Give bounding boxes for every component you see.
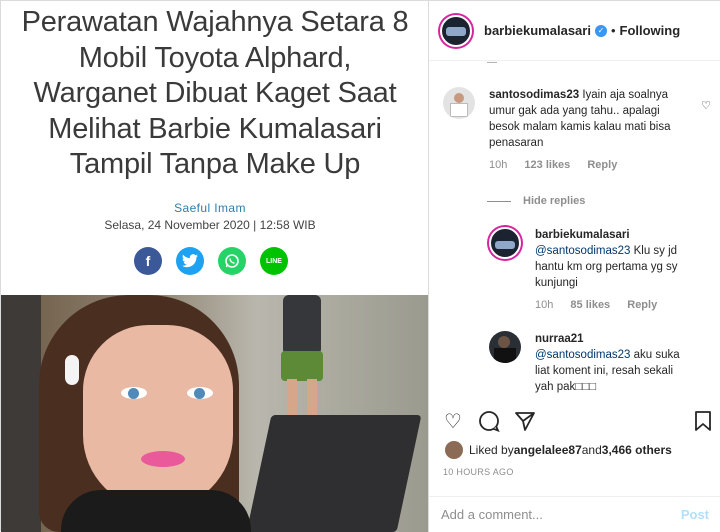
liked-by-middle: and	[581, 443, 602, 457]
post-actions-bar: ♡	[429, 406, 720, 438]
comment-time[interactable]: 10h	[535, 299, 553, 311]
comment-username[interactable]: nurraa21	[535, 333, 584, 345]
headline-line: Perawatan Wajahnya Setara 8	[21, 6, 409, 38]
add-comment-input[interactable]: Add a comment...	[441, 507, 543, 522]
article-photo	[1, 295, 428, 532]
mention-link[interactable]: @santosodimas23	[535, 245, 630, 257]
liked-by-user[interactable]: angelalee87	[514, 443, 582, 457]
liked-by-line: Liked by angelalee87 and 3,466 others	[445, 441, 672, 459]
headline-line: Melihat Barbie Kumalasari	[48, 112, 382, 145]
comments-list[interactable]: — santosodimas23 Iyain aja soalnya umur …	[429, 61, 720, 406]
whatsapp-share-icon[interactable]	[218, 247, 246, 275]
comment-likes[interactable]: 85 likes	[570, 299, 610, 311]
share-buttons: f LINE	[134, 247, 288, 275]
line-share-icon[interactable]: LINE	[260, 247, 288, 275]
twitter-share-icon[interactable]	[176, 247, 204, 275]
post-username[interactable]: barbiekumalasari	[484, 23, 591, 38]
verified-badge-icon: ✓	[594, 24, 607, 37]
following-button[interactable]: Following	[620, 23, 681, 38]
hide-replies-label: Hide replies	[523, 195, 586, 207]
avatar[interactable]	[489, 227, 521, 259]
screenshot: Perawatan Wajahnya Setara 8 Mobil Toyota…	[0, 0, 720, 532]
hide-replies-button[interactable]: Hide replies	[487, 195, 585, 207]
reply-comment: barbiekumalasari @santosodimas23 Klu sy …	[489, 227, 720, 325]
news-article: Perawatan Wajahnya Setara 8 Mobil Toyota…	[1, 1, 428, 532]
avatar[interactable]	[445, 441, 463, 459]
article-author[interactable]: Saeful Imam	[1, 201, 419, 215]
share-paper-plane-icon[interactable]	[513, 410, 537, 434]
post-header: barbiekumalasari ✓ • Following	[429, 1, 720, 61]
like-comment-heart-icon[interactable]: ♡	[699, 99, 713, 113]
headline-line: Warganet Dibuat Kaget Saat	[33, 77, 397, 109]
mention-link[interactable]: @santosodimas23	[535, 349, 630, 361]
reply-button[interactable]: Reply	[587, 159, 617, 171]
post-button[interactable]: Post	[681, 507, 709, 522]
comment-username[interactable]: santosodimas23	[489, 89, 579, 101]
reply-button[interactable]: Reply	[627, 299, 657, 311]
comment-bubble-icon[interactable]	[477, 410, 501, 434]
comment: santosodimas23 Iyain aja soalnya umur ga…	[443, 87, 713, 197]
add-comment-bar: Add a comment... Post	[429, 496, 720, 532]
liked-by-count[interactable]: 3,466 others	[602, 443, 672, 457]
avatar[interactable]	[443, 87, 475, 119]
headline-line: Mobil Toyota Alphard,	[78, 41, 352, 74]
like-heart-icon[interactable]: ♡	[441, 410, 465, 434]
article-date: Selasa, 24 November 2020 | 12:58 WIB	[104, 218, 316, 232]
liked-by-prefix: Liked by	[469, 443, 514, 457]
bookmark-icon[interactable]	[691, 410, 715, 434]
separator-dot: •	[610, 23, 616, 38]
comment-likes[interactable]: 123 likes	[524, 159, 570, 171]
facebook-share-icon[interactable]: f	[134, 247, 162, 275]
previous-comment-fragment: —	[487, 61, 497, 68]
comment-username[interactable]: barbiekumalasari	[535, 229, 630, 241]
avatar[interactable]	[489, 331, 521, 363]
headline-line: Tampil Tanpa Make Up	[69, 148, 361, 180]
instagram-panel: barbiekumalasari ✓ • Following — santoso…	[428, 1, 720, 532]
post-timestamp[interactable]: 10 HOURS AGO	[443, 467, 514, 477]
reply-comment: nurraa21 @santosodimas23 aku suka liat k…	[489, 331, 720, 406]
article-headline: Perawatan Wajahnya Setara 8 Mobil Toyota…	[11, 5, 419, 183]
avatar[interactable]	[440, 14, 472, 47]
comment-time[interactable]: 10h	[489, 159, 507, 171]
